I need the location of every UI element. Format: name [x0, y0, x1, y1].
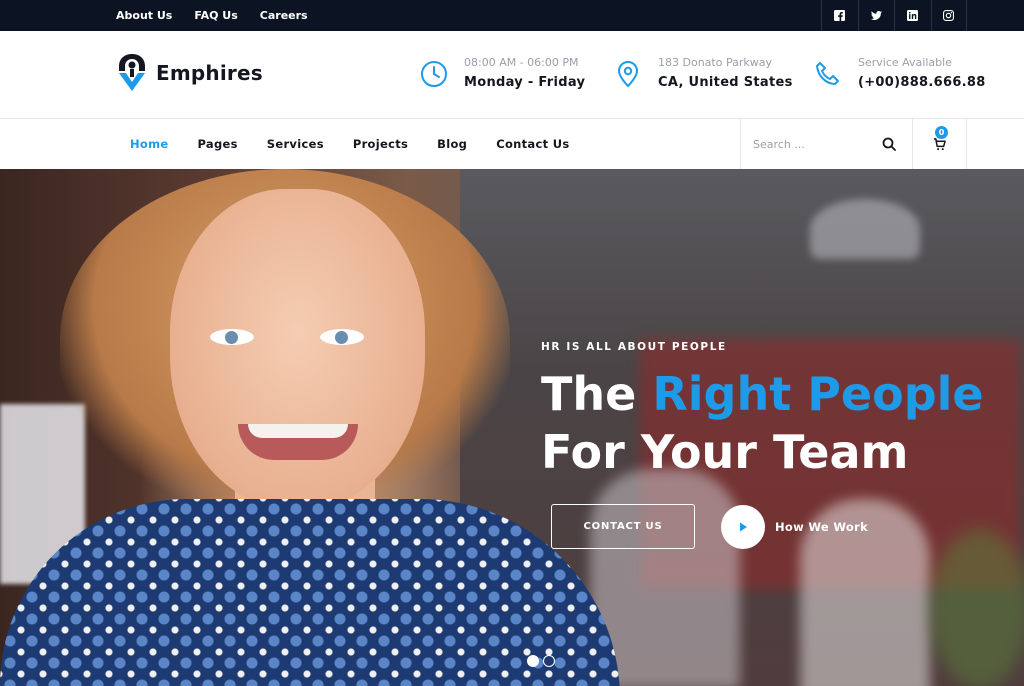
facebook-link[interactable] [821, 0, 858, 31]
hero-actions: CONTACT US How We Work [551, 504, 868, 549]
map-pin-icon [617, 60, 639, 88]
headline-accent: Right People [652, 367, 984, 421]
slider-dots [527, 655, 555, 667]
linkedin-link[interactable] [894, 0, 931, 31]
twitter-link[interactable] [857, 0, 895, 31]
nav-services[interactable]: Services [267, 137, 324, 151]
site-header: Emphires 08:00 AM - 06:00 PM Monday - Fr… [0, 31, 1024, 119]
careers-link[interactable]: Careers [260, 9, 308, 22]
headline-line2: For Your Team [541, 425, 909, 479]
search-icon[interactable] [882, 137, 896, 151]
instagram-link[interactable] [930, 0, 967, 31]
linkedin-icon [907, 10, 919, 21]
phone-icon [816, 62, 839, 85]
address-label: 183 Donato Parkway [658, 56, 772, 69]
main-nav: Home Pages Services Projects Blog Contac… [130, 119, 570, 169]
clock-icon [421, 61, 447, 87]
phone-info: Service Available (+00)888.666.88 [814, 56, 986, 90]
phone-value[interactable]: (+00)888.666.88 [858, 75, 986, 90]
nav-blog[interactable]: Blog [437, 137, 467, 151]
hero-portrait-eye [210, 329, 254, 345]
headline-part1: The [541, 367, 653, 421]
facebook-icon [834, 10, 846, 21]
faq-us-link[interactable]: FAQ Us [194, 9, 237, 22]
address-value: CA, United States [658, 75, 793, 90]
about-us-link[interactable]: About Us [116, 9, 172, 22]
twitter-icon [870, 11, 882, 20]
social-links [821, 0, 967, 31]
phone-label: Service Available [858, 56, 952, 69]
nav-projects[interactable]: Projects [353, 137, 408, 151]
play-button[interactable] [721, 504, 765, 549]
hero-slider: HR IS ALL ABOUT PEOPLE The Right People … [0, 169, 1024, 686]
hero-headline: The Right People For Your Team [541, 365, 984, 481]
instagram-icon [943, 10, 955, 21]
hours-label: 08:00 AM - 06:00 PM [464, 56, 579, 69]
play-icon [740, 522, 747, 531]
brand-name: Emphires [156, 61, 263, 85]
nav-home[interactable]: Home [130, 137, 169, 151]
hours-info: 08:00 AM - 06:00 PM Monday - Friday [420, 56, 585, 90]
how-we-work-label[interactable]: How We Work [775, 520, 868, 534]
nav-pages[interactable]: Pages [198, 137, 238, 151]
slider-dot[interactable] [527, 655, 539, 667]
hero-background-lamp [810, 199, 920, 259]
hours-value: Monday - Friday [464, 75, 586, 90]
search-input[interactable] [753, 137, 873, 151]
hero-portrait-eye [320, 329, 364, 345]
how-we-work-video[interactable]: How We Work [721, 504, 868, 549]
hero-eyebrow: HR IS ALL ABOUT PEOPLE [541, 341, 727, 353]
hero-content: HR IS ALL ABOUT PEOPLE The Right People … [541, 341, 984, 481]
top-bar: About Us FAQ Us Careers [0, 0, 1024, 31]
cart-icon [933, 137, 946, 150]
cart-button[interactable]: 0 [912, 119, 967, 169]
contact-us-button[interactable]: CONTACT US [551, 504, 695, 549]
main-navbar: Home Pages Services Projects Blog Contac… [0, 119, 1024, 169]
logo-icon [119, 54, 145, 91]
hero-portrait-face [170, 189, 425, 509]
slider-dot[interactable] [543, 655, 555, 667]
address-info: 183 Donato Parkway CA, United States [614, 56, 793, 90]
cart-count-badge: 0 [935, 126, 948, 139]
logo[interactable]: Emphires [116, 53, 263, 93]
hero-portrait-smile [238, 424, 358, 460]
search-box [740, 119, 913, 169]
nav-contact-us[interactable]: Contact Us [496, 137, 569, 151]
hero-background-plant [930, 529, 1024, 686]
top-links: About Us FAQ Us Careers [116, 0, 308, 31]
